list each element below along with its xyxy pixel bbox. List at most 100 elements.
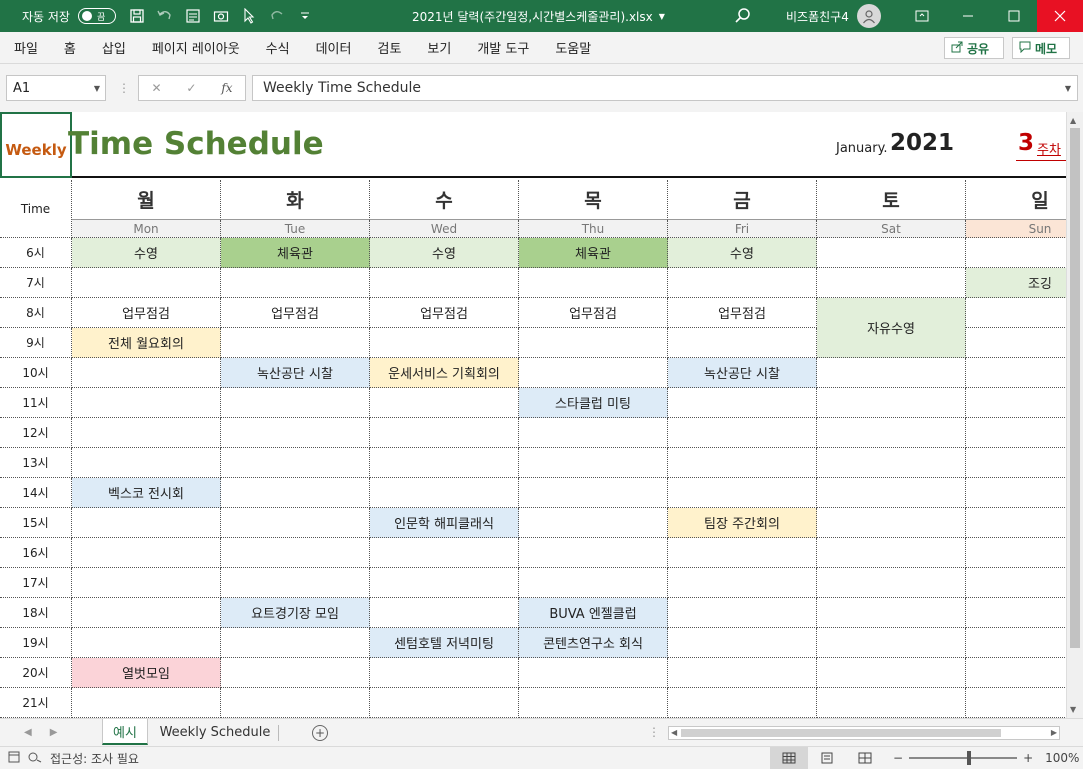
schedule-cell[interactable] bbox=[221, 478, 370, 508]
accessibility-icon[interactable] bbox=[28, 751, 42, 766]
tab-home[interactable]: 홈 bbox=[58, 38, 82, 57]
schedule-event[interactable]: 체육관 bbox=[221, 238, 370, 268]
schedule-event[interactable]: 자유수영 bbox=[817, 298, 966, 358]
schedule-cell[interactable] bbox=[519, 568, 668, 598]
schedule-cell[interactable] bbox=[966, 388, 1066, 418]
time-cell[interactable]: 19시 bbox=[0, 628, 72, 658]
schedule-cell[interactable] bbox=[370, 658, 519, 688]
schedule-cell[interactable] bbox=[221, 658, 370, 688]
schedule-event[interactable]: 체육관 bbox=[519, 238, 668, 268]
schedule-cell[interactable] bbox=[966, 358, 1066, 388]
tab-formulas[interactable]: 수식 bbox=[260, 38, 296, 57]
schedule-cell[interactable] bbox=[72, 628, 221, 658]
name-box[interactable]: A1 ▼ bbox=[6, 75, 106, 101]
zoom-slider[interactable] bbox=[909, 751, 1018, 765]
schedule-cell[interactable] bbox=[817, 418, 966, 448]
pointer-icon[interactable] bbox=[240, 7, 258, 25]
schedule-cell[interactable] bbox=[668, 268, 817, 298]
schedule-cell[interactable] bbox=[966, 628, 1066, 658]
formula-input[interactable]: Weekly Time Schedule ▼ bbox=[252, 75, 1078, 101]
sheet-tab-weekly-schedule[interactable]: Weekly Schedule bbox=[156, 719, 274, 745]
schedule-event[interactable]: 조깅 bbox=[966, 268, 1066, 298]
schedule-cell[interactable] bbox=[72, 358, 221, 388]
day-header-kr[interactable]: 목 bbox=[519, 180, 668, 220]
scroll-left-icon[interactable]: ◀ bbox=[671, 728, 677, 737]
schedule-cell[interactable] bbox=[966, 688, 1066, 718]
scroll-thumb[interactable] bbox=[681, 729, 1001, 737]
schedule-cell[interactable] bbox=[221, 508, 370, 538]
check-icon[interactable]: ✓ bbox=[186, 81, 196, 95]
schedule-cell[interactable] bbox=[519, 328, 668, 358]
schedule-cell[interactable] bbox=[519, 478, 668, 508]
schedule-event[interactable]: BUVA 엔젤클럽 bbox=[519, 598, 668, 628]
time-cell[interactable]: 14시 bbox=[0, 478, 72, 508]
day-header-en[interactable]: Sat bbox=[817, 220, 966, 238]
tab-page-layout[interactable]: 페이지 레이아웃 bbox=[146, 38, 246, 57]
sheet-view-icon[interactable] bbox=[8, 751, 20, 766]
autosave-toggle[interactable]: 끔 bbox=[77, 8, 116, 24]
time-cell[interactable]: 11시 bbox=[0, 388, 72, 418]
tab-insert[interactable]: 삽입 bbox=[96, 38, 132, 57]
schedule-cell[interactable] bbox=[817, 508, 966, 538]
schedule-cell[interactable] bbox=[519, 538, 668, 568]
form-icon[interactable] bbox=[184, 7, 202, 25]
schedule-cell[interactable] bbox=[966, 448, 1066, 478]
tab-review[interactable]: 검토 bbox=[371, 38, 407, 57]
schedule-cell[interactable] bbox=[519, 508, 668, 538]
schedule-event[interactable]: 열벗모임 bbox=[72, 658, 221, 688]
time-cell[interactable]: 15시 bbox=[0, 508, 72, 538]
time-cell[interactable]: 8시 bbox=[0, 298, 72, 328]
schedule-cell[interactable] bbox=[668, 598, 817, 628]
schedule-event[interactable]: 운세서비스 기획회의 bbox=[370, 358, 519, 388]
schedule-event[interactable]: 업무점검 bbox=[72, 298, 221, 328]
schedule-cell[interactable] bbox=[966, 418, 1066, 448]
tab-file[interactable]: 파일 bbox=[8, 38, 44, 57]
schedule-cell[interactable] bbox=[370, 688, 519, 718]
zoom-in-icon[interactable]: + bbox=[1023, 751, 1033, 765]
day-header-en[interactable]: Wed bbox=[370, 220, 519, 238]
schedule-cell[interactable] bbox=[668, 658, 817, 688]
time-cell[interactable]: 18시 bbox=[0, 598, 72, 628]
schedule-event[interactable]: 수영 bbox=[370, 238, 519, 268]
save-icon[interactable] bbox=[128, 7, 146, 25]
splitter-icon[interactable]: ⋮ bbox=[118, 81, 130, 95]
schedule-event[interactable]: 콘텐츠연구소 회식 bbox=[519, 628, 668, 658]
schedule-cell[interactable] bbox=[370, 568, 519, 598]
day-header-en[interactable]: Fri bbox=[668, 220, 817, 238]
worksheet[interactable]: Weekly Time Schedule January. 2021 3 주차 … bbox=[0, 112, 1066, 718]
schedule-cell[interactable] bbox=[221, 418, 370, 448]
scroll-right-icon[interactable]: ▶ bbox=[1051, 728, 1057, 737]
schedule-event[interactable]: 녹산공단 시찰 bbox=[668, 358, 817, 388]
schedule-cell[interactable] bbox=[370, 268, 519, 298]
time-cell[interactable]: 6시 bbox=[0, 238, 72, 268]
schedule-cell[interactable] bbox=[72, 388, 221, 418]
time-cell[interactable]: 21시 bbox=[0, 688, 72, 718]
tab-view[interactable]: 보기 bbox=[421, 38, 457, 57]
minimize-icon[interactable] bbox=[945, 0, 991, 32]
add-sheet-icon[interactable]: + bbox=[312, 725, 328, 741]
maximize-icon[interactable] bbox=[991, 0, 1037, 32]
schedule-cell[interactable] bbox=[668, 628, 817, 658]
schedule-cell[interactable] bbox=[221, 538, 370, 568]
user-account[interactable]: 비즈폼친구4 bbox=[786, 0, 881, 32]
schedule-event[interactable]: 인문학 해피클래식 bbox=[370, 508, 519, 538]
share-button[interactable]: 공유 bbox=[944, 37, 1004, 59]
schedule-cell[interactable] bbox=[370, 598, 519, 628]
schedule-cell[interactable] bbox=[370, 388, 519, 418]
schedule-cell[interactable] bbox=[966, 538, 1066, 568]
schedule-cell[interactable] bbox=[72, 448, 221, 478]
schedule-cell[interactable] bbox=[668, 388, 817, 418]
schedule-cell[interactable] bbox=[668, 688, 817, 718]
schedule-cell[interactable] bbox=[817, 598, 966, 628]
schedule-cell[interactable] bbox=[817, 388, 966, 418]
insert-function-icon[interactable]: fx bbox=[221, 81, 232, 95]
scroll-up-icon[interactable]: ▲ bbox=[1070, 116, 1076, 125]
vertical-scrollbar[interactable]: ▲ ▼ bbox=[1066, 112, 1083, 718]
zoom-thumb[interactable] bbox=[967, 751, 972, 765]
schedule-cell[interactable] bbox=[668, 478, 817, 508]
schedule-cell[interactable] bbox=[966, 298, 1066, 328]
schedule-event[interactable]: 수영 bbox=[72, 238, 221, 268]
schedule-cell[interactable] bbox=[72, 268, 221, 298]
ribbon-display-icon[interactable] bbox=[899, 0, 945, 32]
schedule-cell[interactable] bbox=[370, 418, 519, 448]
